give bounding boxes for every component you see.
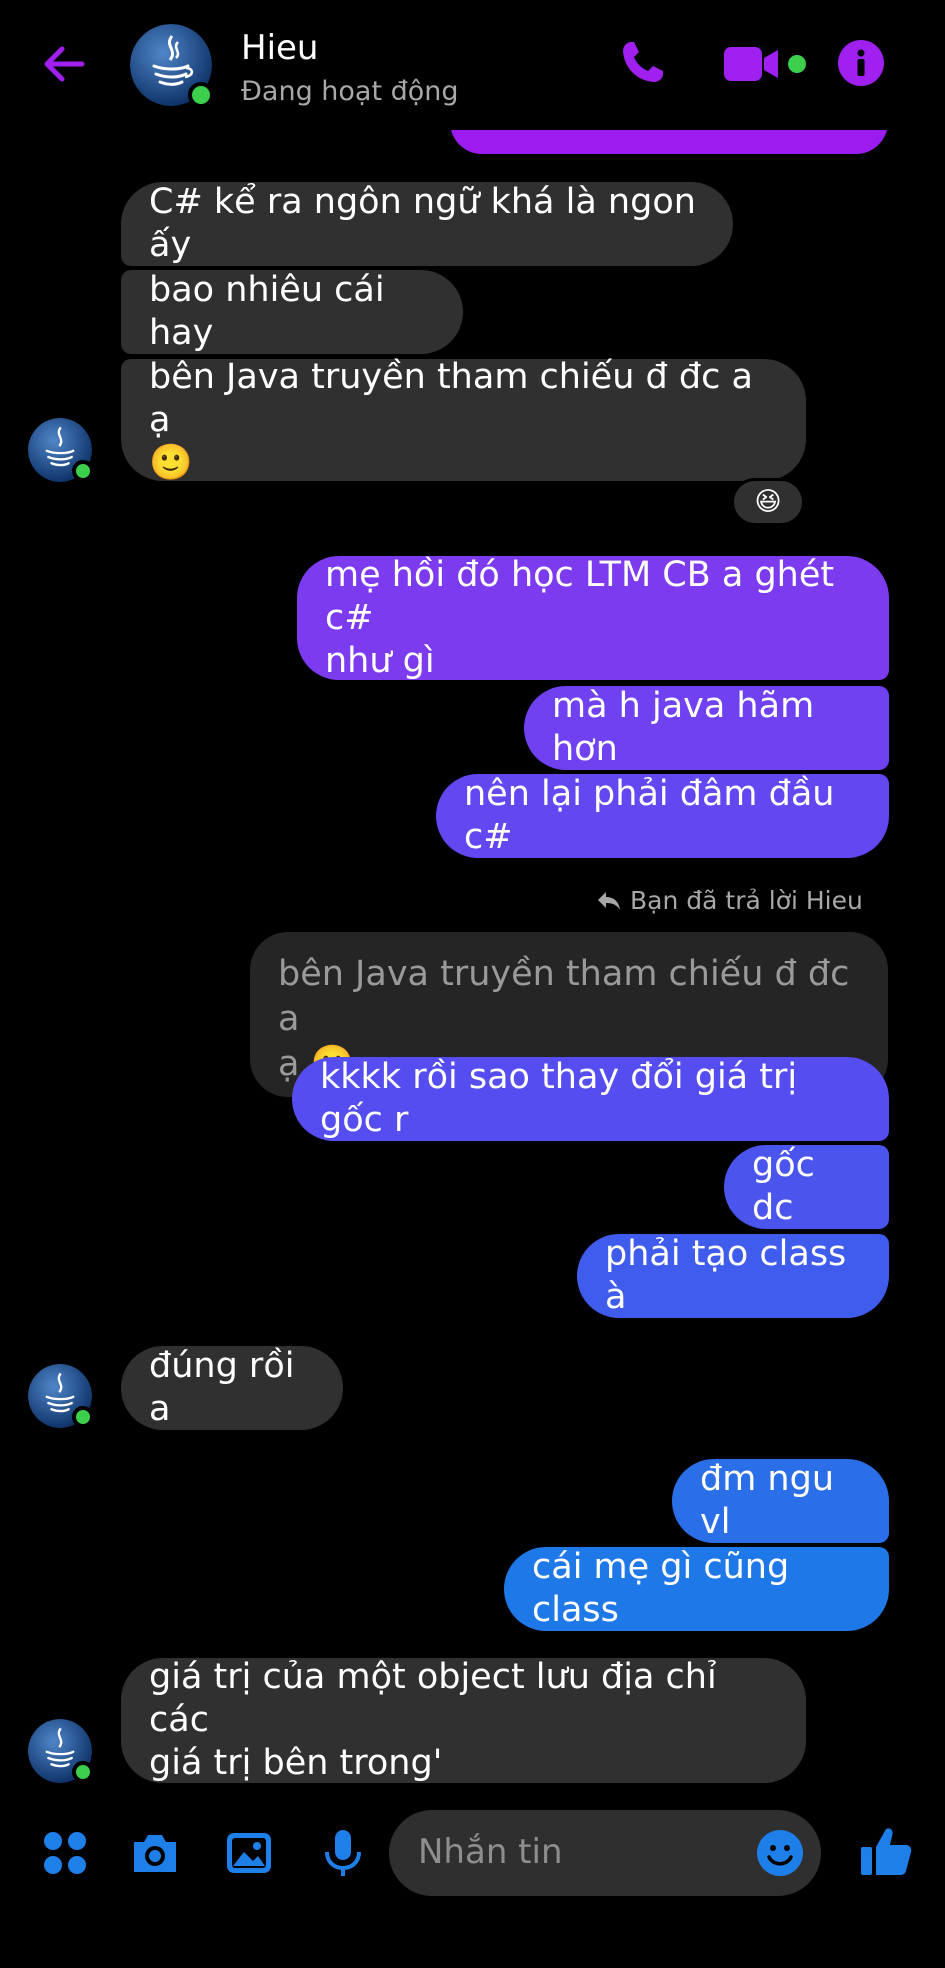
online-indicator [72, 1406, 94, 1428]
microphone-icon[interactable] [318, 1828, 368, 1878]
camera-icon[interactable] [130, 1828, 180, 1878]
back-arrow-icon[interactable] [38, 38, 90, 90]
message-bubble-outgoing[interactable]: gốc dc [724, 1145, 889, 1229]
message-bubble-outgoing[interactable]: đm ngu vl [672, 1459, 889, 1543]
message-text: bao nhiêu cái hay [149, 270, 385, 353]
message-bubble-incoming[interactable]: bao nhiêu cái hay [121, 270, 463, 354]
info-icon[interactable] [838, 40, 884, 86]
emoji-icon[interactable] [755, 1828, 805, 1878]
gallery-icon[interactable] [224, 1828, 274, 1878]
online-indicator [72, 460, 94, 482]
message-bubble-incoming[interactable]: đúng rồi a [121, 1346, 343, 1430]
message-text: C# kể ra ngôn ngữ khá là ngon ấy [149, 182, 696, 265]
reply-note-text: Bạn đã trả lời Hieu [630, 886, 863, 915]
reply-icon [598, 891, 620, 910]
message-text: giá trị của một object lưu địa chỉ các g… [149, 1657, 717, 1783]
message-bubble-outgoing[interactable]: cái mẹ gì cũng class [504, 1547, 889, 1631]
message-bubble-incoming[interactable]: giá trị của một object lưu địa chỉ các g… [121, 1657, 806, 1783]
message-bubble-outgoing[interactable]: mẹ hồi đó học LTM CB a ghét c# như gì [297, 554, 889, 681]
contact-name[interactable]: Hieu [241, 28, 318, 68]
menu-grid-icon[interactable] [40, 1828, 90, 1878]
message-text: nên lại phải đâm đầu c# [464, 774, 835, 857]
message-text: cái mẹ gì cũng class [532, 1547, 790, 1630]
message-text: kkkk rồi sao thay đổi giá trị gốc r [320, 1057, 798, 1140]
message-bubble-outgoing[interactable]: kkkk rồi sao thay đổi giá trị gốc r [292, 1057, 889, 1141]
video-online-indicator [788, 55, 806, 73]
message-bubble-outgoing[interactable]: phải tạo class à [577, 1234, 889, 1318]
message-text: phải tạo class à [605, 1234, 847, 1317]
message-bubble-outgoing[interactable]: nên lại phải đâm đầu c# [436, 774, 889, 858]
message-bubble-incoming[interactable]: bên Java truyền tham chiếu đ đc a ạ 🙂 [121, 357, 806, 483]
thumbs-up-icon[interactable] [858, 1823, 914, 1879]
online-indicator [188, 82, 214, 108]
online-indicator [72, 1761, 94, 1783]
message-text: mà h java hãm hơn [552, 686, 815, 769]
reply-indicator: Bạn đã trả lời Hieu [596, 886, 863, 915]
message-bubble-incoming[interactable]: C# kể ra ngôn ngữ khá là ngon ấy [121, 182, 733, 266]
message-reaction[interactable]: 😆 [731, 478, 805, 526]
message-text: gốc dc [752, 1145, 815, 1228]
video-icon[interactable] [722, 42, 780, 86]
message-text: đúng rồi a [149, 1346, 295, 1429]
message-text: bên Java truyền tham chiếu đ đc a ạ 🙂 [149, 356, 753, 483]
message-text: mẹ hồi đó học LTM CB a ghét c# như gì [325, 554, 835, 681]
message-input-placeholder: Nhắn tin [418, 1832, 563, 1872]
contact-status: Đang hoạt động [241, 76, 459, 107]
message-bubble-outgoing[interactable]: mà h java hãm hơn [524, 686, 889, 770]
chat-header: Hieu Đang hoạt động [0, 0, 945, 130]
phone-icon[interactable] [617, 38, 667, 88]
message-text: đm ngu vl [700, 1459, 835, 1542]
